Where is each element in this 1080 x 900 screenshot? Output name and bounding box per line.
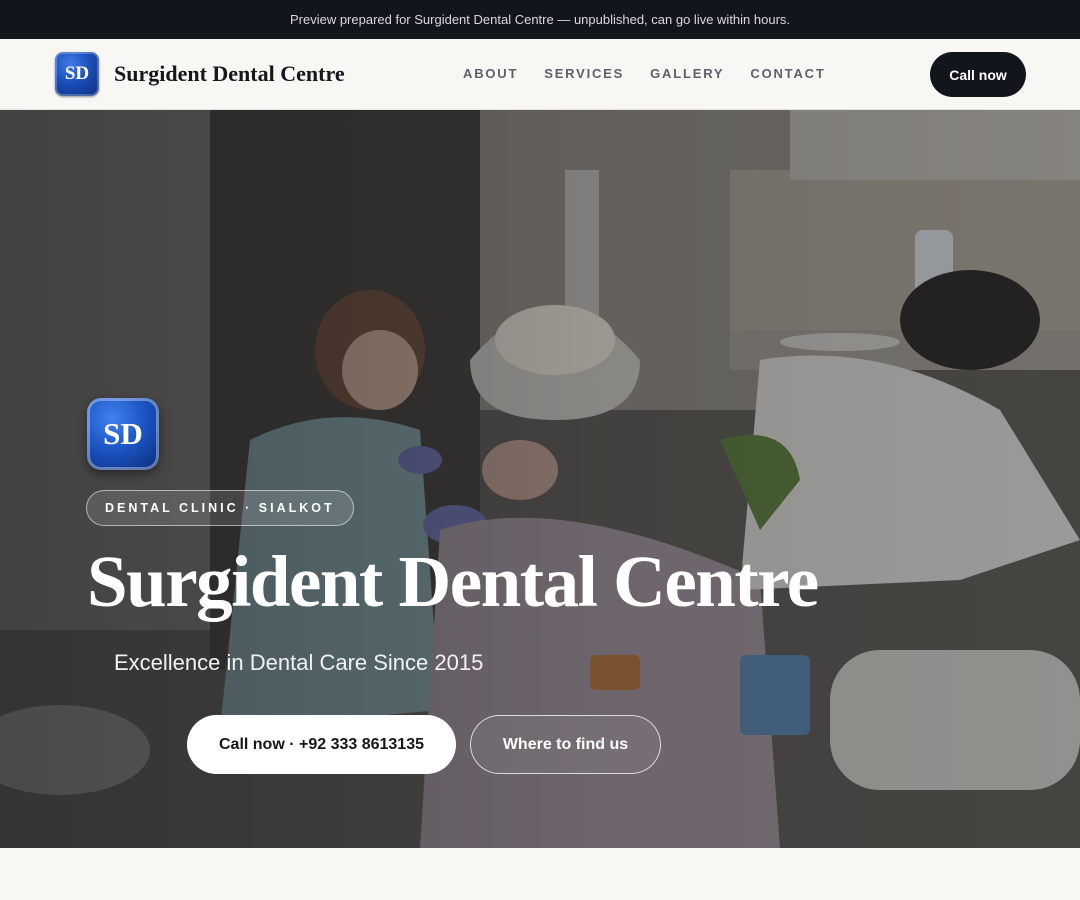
site-header: SD Surgident Dental Centre ABOUT SERVICE… [0, 39, 1080, 110]
nav-link-contact[interactable]: CONTACT [750, 66, 825, 81]
next-section [0, 848, 1080, 900]
header-call-button[interactable]: Call now [930, 52, 1026, 97]
find-us-button[interactable]: Where to find us [470, 715, 661, 774]
hero-section: SD DENTAL CLINIC · SIALKOT Surgident Den… [0, 110, 1080, 848]
brand-name[interactable]: Surgident Dental Centre [114, 61, 345, 87]
hero-title: Surgident Dental Centre [87, 541, 819, 622]
hero-logo-badge: SD [87, 398, 159, 470]
nav-link-about[interactable]: ABOUT [463, 66, 518, 81]
nav-link-gallery[interactable]: GALLERY [650, 66, 724, 81]
hero-tagline: Excellence in Dental Care Since 2015 [114, 650, 484, 675]
preview-banner-text: Preview prepared for Surgident Dental Ce… [289, 12, 791, 27]
logo-badge[interactable]: SD [55, 52, 99, 96]
clinic-location-badge: DENTAL CLINIC · SIALKOT [86, 490, 354, 526]
nav-link-services[interactable]: SERVICES [544, 66, 624, 81]
main-nav: ABOUT SERVICES GALLERY CONTACT [463, 66, 826, 81]
preview-banner: Preview prepared for Surgident Dental Ce… [0, 0, 1080, 39]
call-phone-button[interactable]: Call now · +92 333 8613135 [187, 715, 456, 774]
